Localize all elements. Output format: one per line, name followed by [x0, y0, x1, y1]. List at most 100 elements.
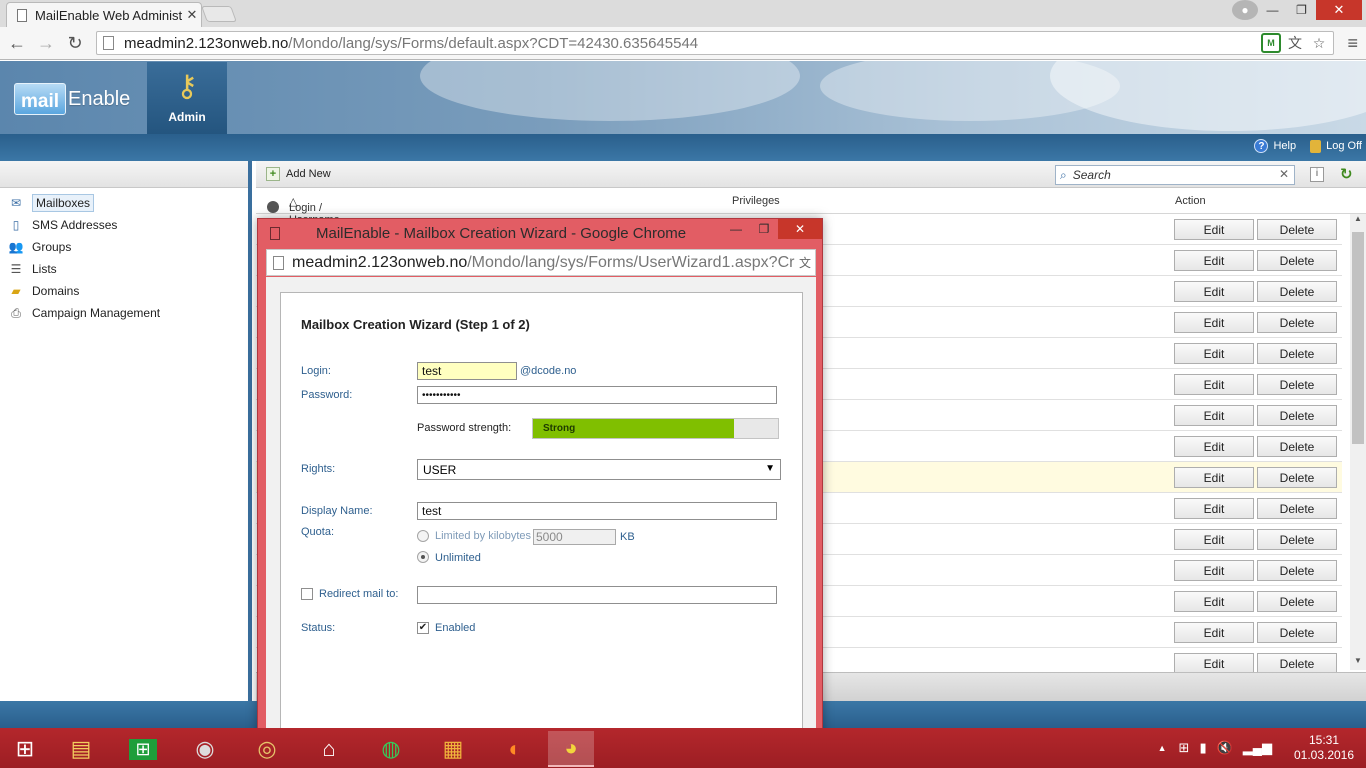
taskbar-clock[interactable]: 15:31 01.03.2016: [1282, 733, 1366, 763]
edit-button[interactable]: Edit: [1174, 560, 1254, 581]
search-input[interactable]: ⌕ Search ✕: [1055, 165, 1295, 185]
help-link[interactable]: ? Help: [1254, 139, 1296, 153]
media-app-icon[interactable]: ◎: [244, 731, 290, 767]
file-explorer-icon[interactable]: ▤: [58, 731, 104, 767]
sidebar-item-domains[interactable]: ▰ Domains: [0, 280, 248, 302]
edit-button[interactable]: Edit: [1174, 250, 1254, 271]
vertical-scrollbar[interactable]: ▲ ▼: [1350, 214, 1366, 670]
spotify-icon[interactable]: ◍: [368, 731, 414, 767]
home-icon[interactable]: ⌂: [306, 731, 352, 767]
minimize-icon[interactable]: —: [722, 219, 750, 239]
translate-icon[interactable]: 文: [1285, 33, 1305, 53]
logoff-link[interactable]: Log Off: [1310, 139, 1362, 153]
close-window-icon[interactable]: ✕: [778, 219, 822, 239]
clear-search-icon[interactable]: ✕: [1279, 167, 1289, 181]
edit-button[interactable]: Edit: [1174, 405, 1254, 426]
store-icon[interactable]: ⊞: [120, 731, 166, 767]
speaker-app-icon[interactable]: ◉: [182, 731, 228, 767]
browser-menu-icon[interactable]: ≡: [1347, 33, 1358, 54]
back-arrow-icon[interactable]: ←: [6, 32, 28, 54]
scroll-up-icon[interactable]: ▲: [1350, 214, 1366, 228]
edit-button[interactable]: Edit: [1174, 312, 1254, 333]
edit-button[interactable]: Edit: [1174, 467, 1254, 488]
profile-icon[interactable]: ●: [1232, 0, 1258, 20]
delete-button[interactable]: Delete: [1257, 281, 1337, 302]
rights-select[interactable]: USER ▼: [417, 459, 781, 480]
delete-button[interactable]: Delete: [1257, 374, 1337, 395]
delete-button[interactable]: Delete: [1257, 219, 1337, 240]
delete-button[interactable]: Delete: [1257, 622, 1337, 643]
delete-button[interactable]: Delete: [1257, 343, 1337, 364]
edit-button[interactable]: Edit: [1174, 219, 1254, 240]
redirect-checkbox[interactable]: [301, 588, 313, 600]
delete-button[interactable]: Delete: [1257, 529, 1337, 550]
delete-button[interactable]: Delete: [1257, 653, 1337, 674]
quota-unlimited-radio[interactable]: [417, 551, 429, 563]
edit-button[interactable]: Edit: [1174, 436, 1254, 457]
delete-button[interactable]: Delete: [1257, 312, 1337, 333]
display-name-field[interactable]: test: [417, 502, 777, 520]
password-field[interactable]: •••••••••••: [417, 386, 777, 404]
quota-kilobytes-input[interactable]: 5000: [533, 529, 616, 545]
quota-limited-radio[interactable]: [417, 530, 429, 542]
search-placeholder: Search: [1072, 168, 1111, 182]
notes-app-icon[interactable]: ▦: [430, 731, 476, 767]
edit-button[interactable]: Edit: [1174, 343, 1254, 364]
maximize-icon[interactable]: ❐: [750, 219, 778, 239]
wizard-address-bar[interactable]: meadmin2.123onweb.no /Mondo/lang/sys/For…: [266, 249, 816, 276]
chrome-icon[interactable]: ◕: [548, 731, 594, 767]
wizard-body: Mailbox Creation Wizard (Step 1 of 2) Lo…: [266, 277, 816, 768]
edit-button[interactable]: Edit: [1174, 498, 1254, 519]
show-hidden-icons-icon[interactable]: ▲: [1158, 743, 1167, 753]
close-window-icon[interactable]: ✕: [1316, 0, 1362, 20]
column-privileges[interactable]: Privileges: [732, 195, 780, 207]
start-button-icon[interactable]: ⊞: [2, 731, 48, 767]
delete-button[interactable]: Delete: [1257, 467, 1337, 488]
battery-icon[interactable]: ▮: [1199, 740, 1206, 756]
status-enabled-checkbox[interactable]: ✔: [417, 622, 429, 634]
add-new-button[interactable]: + Add New: [266, 167, 331, 181]
refresh-icon[interactable]: ↻: [1340, 165, 1353, 183]
edit-button[interactable]: Edit: [1174, 374, 1254, 395]
volume-muted-icon[interactable]: 🔇: [1217, 740, 1233, 756]
page-icon: [270, 226, 280, 240]
sidebar-item-lists[interactable]: ☰ Lists: [0, 258, 248, 280]
sidebar-item-campaign-management[interactable]: ⎙ Campaign Management: [0, 302, 248, 324]
scroll-down-icon[interactable]: ▼: [1350, 656, 1366, 670]
scroll-thumb[interactable]: [1352, 232, 1364, 444]
edit-button[interactable]: Edit: [1174, 529, 1254, 550]
translate-icon[interactable]: 文: [798, 254, 811, 271]
delete-button[interactable]: Delete: [1257, 498, 1337, 519]
edit-button[interactable]: Edit: [1174, 281, 1254, 302]
sidebar-item-sms-addresses[interactable]: ▯ SMS Addresses: [0, 214, 248, 236]
browser-tab[interactable]: MailEnable Web Administr ✕: [6, 2, 202, 27]
redirect-field[interactable]: [417, 586, 777, 604]
delete-button[interactable]: Delete: [1257, 560, 1337, 581]
edit-button[interactable]: Edit: [1174, 591, 1254, 612]
delete-button[interactable]: Delete: [1257, 436, 1337, 457]
firefox-icon[interactable]: ◐: [492, 731, 538, 767]
windows-tray-icon[interactable]: ⊞: [1179, 740, 1190, 756]
tab-close-icon[interactable]: ✕: [183, 7, 201, 23]
sidebar-item-groups[interactable]: 👥 Groups: [0, 236, 248, 258]
edit-button[interactable]: Edit: [1174, 653, 1254, 674]
login-field[interactable]: test: [417, 362, 517, 380]
mailenable-banner: mail Enable ⚷ Admin: [0, 61, 1366, 134]
reload-icon[interactable]: ↻: [64, 32, 86, 54]
minimize-icon[interactable]: —: [1258, 0, 1287, 20]
info-icon[interactable]: i: [1310, 167, 1324, 182]
forward-arrow-icon[interactable]: →: [35, 32, 57, 54]
sidebar-item-mailboxes[interactable]: ✉ Mailboxes: [0, 192, 248, 214]
column-login-username[interactable]: Login / Username △: [289, 195, 340, 226]
extension-icon[interactable]: M: [1261, 33, 1281, 53]
maximize-icon[interactable]: ❐: [1287, 0, 1316, 20]
delete-button[interactable]: Delete: [1257, 591, 1337, 612]
new-tab-button[interactable]: [201, 6, 237, 22]
bookmark-star-icon[interactable]: ☆: [1309, 33, 1329, 53]
delete-button[interactable]: Delete: [1257, 405, 1337, 426]
edit-button[interactable]: Edit: [1174, 622, 1254, 643]
network-signal-icon[interactable]: ▂▄▆: [1243, 740, 1272, 756]
admin-tab[interactable]: ⚷ Admin: [147, 62, 227, 134]
address-bar[interactable]: meadmin2.123onweb.no /Mondo/lang/sys/For…: [96, 31, 1334, 55]
delete-button[interactable]: Delete: [1257, 250, 1337, 271]
